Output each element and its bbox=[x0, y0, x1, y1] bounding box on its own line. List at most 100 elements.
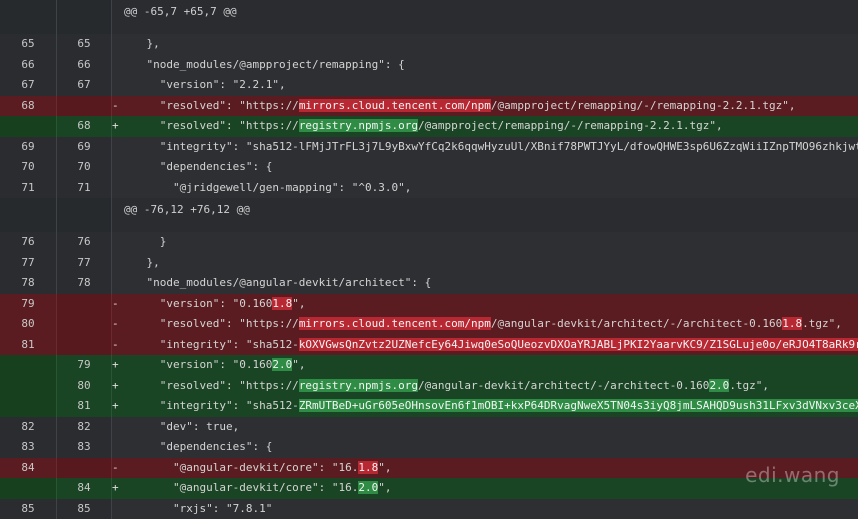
changed-text: ZRmUTBeD+uGr605eOHnsovEn6f1mOBI+kxP64DRv… bbox=[299, 399, 858, 412]
code-segment: "dependencies": { bbox=[120, 440, 272, 453]
new-line-number[interactable]: 80 bbox=[57, 376, 112, 397]
code-segment: "rxjs": "7.8.1" bbox=[120, 502, 272, 515]
old-line-number[interactable]: 78 bbox=[0, 273, 57, 294]
changed-text: 2.0 bbox=[709, 379, 729, 392]
diff-line-add: 80+ "resolved": "https://registry.npmjs.… bbox=[0, 376, 858, 397]
new-line-number[interactable] bbox=[57, 198, 112, 232]
old-line-number[interactable]: 70 bbox=[0, 157, 57, 178]
new-line-number[interactable]: 78 bbox=[57, 273, 112, 294]
new-line-number[interactable]: 81 bbox=[57, 396, 112, 417]
old-line-number[interactable] bbox=[0, 0, 57, 34]
new-line-number[interactable] bbox=[57, 0, 112, 34]
watermark: edi.wang bbox=[745, 463, 840, 487]
code-segment: "node_modules/@angular-devkit/architect"… bbox=[120, 276, 431, 289]
changed-text: 1.8 bbox=[782, 317, 802, 330]
diff-sign: - bbox=[112, 96, 120, 117]
diff-sign: + bbox=[112, 355, 120, 376]
code-text: "resolved": "https://mirrors.cloud.tence… bbox=[120, 96, 858, 117]
code-text: "integrity": "sha512-ZRmUTBeD+uGr605eOHn… bbox=[120, 396, 858, 417]
diff-sign bbox=[112, 198, 120, 232]
code-segment: "dev": true, bbox=[120, 420, 239, 433]
old-line-number[interactable]: 76 bbox=[0, 232, 57, 253]
old-line-number[interactable] bbox=[0, 355, 57, 376]
code-text: } bbox=[120, 232, 858, 253]
diff-sign: + bbox=[112, 116, 120, 137]
new-line-number[interactable]: 66 bbox=[57, 55, 112, 76]
code-text: "integrity": "sha512-kOXVGwsQnZvtz2UZNef… bbox=[120, 335, 858, 356]
diff-line-add: 84+ "@angular-devkit/core": "16.2.0", bbox=[0, 478, 858, 499]
new-line-number[interactable]: 84 bbox=[57, 478, 112, 499]
diff-line-ctx: 7777 }, bbox=[0, 253, 858, 274]
old-line-number[interactable]: 81 bbox=[0, 335, 57, 356]
old-line-number[interactable]: 68 bbox=[0, 96, 57, 117]
new-line-number[interactable]: 69 bbox=[57, 137, 112, 158]
old-line-number[interactable] bbox=[0, 376, 57, 397]
new-line-number[interactable]: 71 bbox=[57, 178, 112, 199]
new-line-number[interactable]: 68 bbox=[57, 116, 112, 137]
new-line-number[interactable]: 76 bbox=[57, 232, 112, 253]
new-line-number[interactable]: 67 bbox=[57, 75, 112, 96]
code-segment: "version": "2.2.1", bbox=[120, 78, 286, 91]
diff-line-add: 79+ "version": "0.1602.0", bbox=[0, 355, 858, 376]
code-segment: "integrity": "sha512-lFMjJTrFL3j7L9yBxwY… bbox=[120, 140, 858, 153]
new-line-number[interactable]: 77 bbox=[57, 253, 112, 274]
code-text: "@jridgewell/gen-mapping": "^0.3.0", bbox=[120, 178, 858, 199]
code-segment: "resolved": "https:// bbox=[120, 317, 299, 330]
diff-sign: - bbox=[112, 335, 120, 356]
old-line-number[interactable] bbox=[0, 198, 57, 232]
code-segment: .tgz", bbox=[729, 379, 769, 392]
new-line-number[interactable]: 85 bbox=[57, 499, 112, 519]
new-line-number[interactable] bbox=[57, 335, 112, 356]
new-line-number[interactable]: 82 bbox=[57, 417, 112, 438]
diff-sign bbox=[112, 178, 120, 199]
code-segment: ", bbox=[378, 481, 391, 494]
old-line-number[interactable]: 80 bbox=[0, 314, 57, 335]
diff-sign bbox=[112, 417, 120, 438]
changed-text: 1.8 bbox=[358, 461, 378, 474]
code-text: "resolved": "https://registry.npmjs.org/… bbox=[120, 376, 858, 397]
old-line-number[interactable] bbox=[0, 396, 57, 417]
code-segment: /@ampproject/remapping/-/remapping-2.2.1… bbox=[418, 119, 723, 132]
code-segment: "dependencies": { bbox=[120, 160, 272, 173]
code-segment: "node_modules/@ampproject/remapping": { bbox=[120, 58, 405, 71]
old-line-number[interactable] bbox=[0, 116, 57, 137]
new-line-number[interactable]: 65 bbox=[57, 34, 112, 55]
old-line-number[interactable]: 66 bbox=[0, 55, 57, 76]
old-line-number[interactable]: 69 bbox=[0, 137, 57, 158]
old-line-number[interactable]: 85 bbox=[0, 499, 57, 519]
new-line-number[interactable]: 83 bbox=[57, 437, 112, 458]
old-line-number[interactable]: 65 bbox=[0, 34, 57, 55]
code-segment: } bbox=[120, 235, 166, 248]
old-line-number[interactable]: 83 bbox=[0, 437, 57, 458]
old-line-number[interactable]: 77 bbox=[0, 253, 57, 274]
diff-line-ctx: 6767 "version": "2.2.1", bbox=[0, 75, 858, 96]
code-text: }, bbox=[120, 253, 858, 274]
code-text: "integrity": "sha512-lFMjJTrFL3j7L9yBxwY… bbox=[120, 137, 858, 158]
changed-text: registry.npmjs.org bbox=[299, 379, 418, 392]
diff-line-ctx: 6969 "integrity": "sha512-lFMjJTrFL3j7L9… bbox=[0, 137, 858, 158]
diff-line-del: 80- "resolved": "https://mirrors.cloud.t… bbox=[0, 314, 858, 335]
diff-sign bbox=[112, 499, 120, 519]
code-segment: ", bbox=[292, 358, 305, 371]
code-segment: "version": "0.160 bbox=[120, 297, 272, 310]
code-segment: "@angular-devkit/core": "16. bbox=[120, 461, 358, 474]
code-text: "node_modules/@angular-devkit/architect"… bbox=[120, 273, 858, 294]
new-line-number[interactable] bbox=[57, 458, 112, 479]
diff-line-del: 79- "version": "0.1601.8", bbox=[0, 294, 858, 315]
new-line-number[interactable]: 79 bbox=[57, 355, 112, 376]
old-line-number[interactable]: 79 bbox=[0, 294, 57, 315]
diff-sign: + bbox=[112, 376, 120, 397]
new-line-number[interactable] bbox=[57, 294, 112, 315]
old-line-number[interactable]: 84 bbox=[0, 458, 57, 479]
new-line-number[interactable] bbox=[57, 314, 112, 335]
old-line-number[interactable]: 71 bbox=[0, 178, 57, 199]
old-line-number[interactable]: 67 bbox=[0, 75, 57, 96]
new-line-number[interactable] bbox=[57, 96, 112, 117]
new-line-number[interactable]: 70 bbox=[57, 157, 112, 178]
old-line-number[interactable]: 82 bbox=[0, 417, 57, 438]
diff-line-add: 81+ "integrity": "sha512-ZRmUTBeD+uGr605… bbox=[0, 396, 858, 417]
old-line-number[interactable] bbox=[0, 478, 57, 499]
diff-line-ctx: 8585 "rxjs": "7.8.1" bbox=[0, 499, 858, 519]
changed-text: mirrors.cloud.tencent.com/npm bbox=[299, 317, 491, 330]
code-segment: /@angular-devkit/architect/-/architect-0… bbox=[418, 379, 709, 392]
